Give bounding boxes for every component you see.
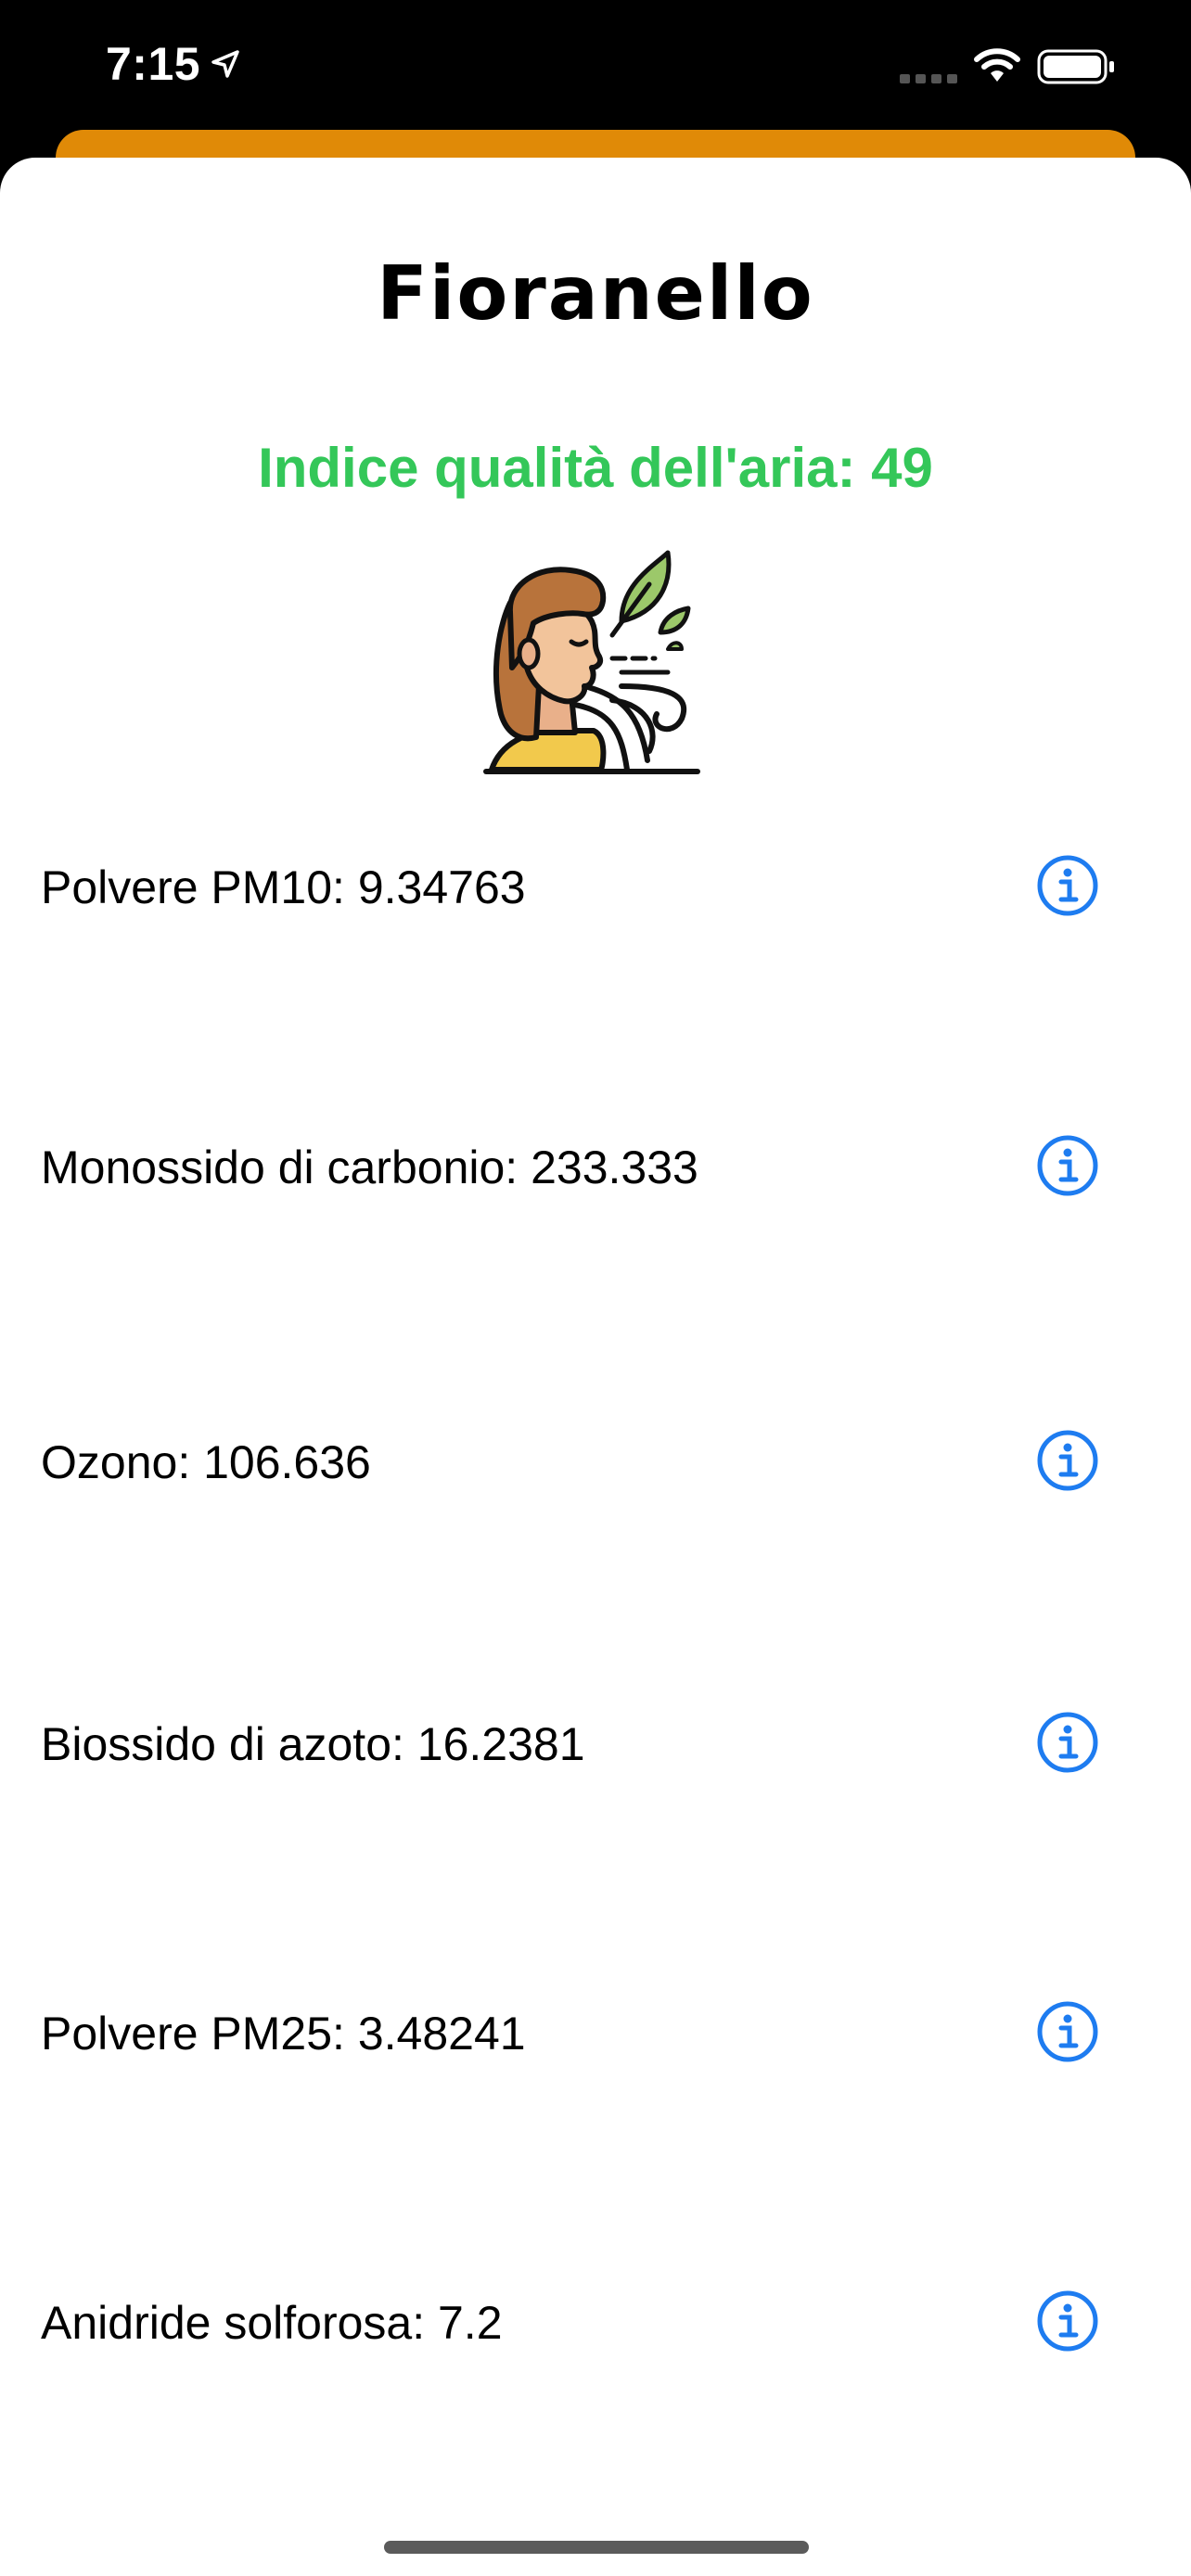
status-time: 7:15 bbox=[106, 38, 201, 90]
pollutant-label: Polvere PM25: 3.48241 bbox=[41, 2008, 526, 2060]
info-icon[interactable] bbox=[1035, 2289, 1100, 2353]
wifi-icon bbox=[974, 48, 1020, 82]
pollutant-label: Ozono: 106.636 bbox=[41, 1436, 371, 1488]
pollutant-label: Monossido di carbonio: 233.333 bbox=[41, 1141, 698, 1193]
info-icon[interactable] bbox=[1035, 1710, 1100, 1775]
cellular-signal-icon bbox=[900, 74, 957, 83]
pollutant-row-no2: Biossido di azoto: 16.2381 bbox=[0, 1690, 1191, 1801]
info-icon[interactable] bbox=[1035, 1999, 1100, 2064]
battery-icon bbox=[1037, 49, 1114, 84]
pollutant-row-pm10: Polvere PM10: 9.34763 bbox=[0, 833, 1191, 944]
pollutant-label: Biossido di azoto: 16.2381 bbox=[41, 1718, 585, 1770]
pollutant-row-pm25: Polvere PM25: 3.48241 bbox=[0, 1979, 1191, 2090]
air-quality-index-label: Indice qualità dell'aria: 49 bbox=[258, 437, 933, 499]
status-bar: 7:15 bbox=[0, 0, 1191, 139]
info-icon[interactable] bbox=[1035, 853, 1100, 918]
city-title: Fioranello bbox=[377, 250, 814, 337]
pollutant-row-so2: Anidride solforosa: 7.2 bbox=[0, 2268, 1191, 2379]
person-breathing-fresh-air-icon bbox=[483, 550, 700, 774]
info-icon[interactable] bbox=[1035, 1133, 1100, 1198]
info-icon[interactable] bbox=[1035, 1428, 1100, 1493]
location-arrow-icon bbox=[211, 50, 239, 78]
pollutant-label: Anidride solforosa: 7.2 bbox=[41, 2297, 503, 2349]
home-indicator[interactable] bbox=[384, 2541, 809, 2554]
pollutant-row-co: Monossido di carbonio: 233.333 bbox=[0, 1113, 1191, 1224]
detail-sheet: Fioranello Indice qualità dell'aria: 49 bbox=[0, 158, 1191, 2576]
pollutant-label: Polvere PM10: 9.34763 bbox=[41, 861, 526, 913]
pollutant-row-ozone: Ozono: 106.636 bbox=[0, 1408, 1191, 1519]
